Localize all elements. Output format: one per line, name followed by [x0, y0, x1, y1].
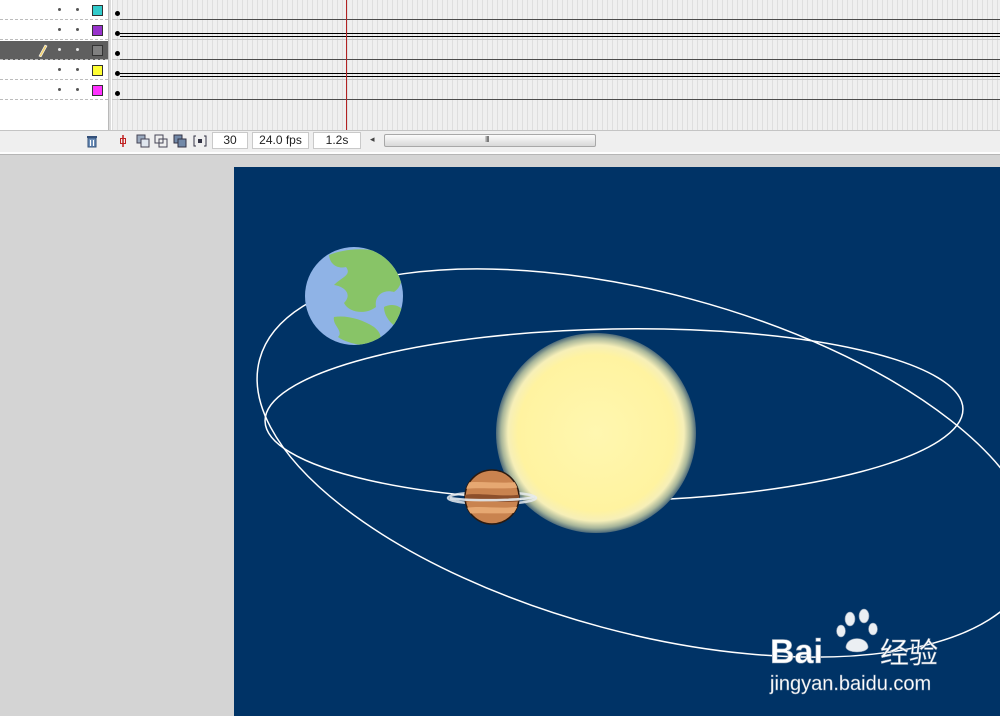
- visibility-toggle-icon[interactable]: [58, 8, 61, 11]
- pencil-icon: [38, 44, 48, 57]
- trash-icon[interactable]: [86, 135, 98, 148]
- layer-row[interactable]: [0, 1, 108, 20]
- motion-guide-span: [120, 33, 1000, 37]
- layer-row[interactable]: [0, 81, 108, 100]
- earth-planet[interactable]: [305, 247, 406, 347]
- keyframe-marker[interactable]: [115, 51, 120, 56]
- lock-toggle-icon[interactable]: [76, 68, 79, 71]
- visibility-toggle-icon[interactable]: [58, 28, 61, 31]
- timeline-status-bar: 30 24.0 fps 1.2s ◂ III: [0, 130, 1000, 152]
- layer-outline-color-swatch[interactable]: [92, 85, 103, 96]
- layer-outline-color-swatch[interactable]: [92, 25, 103, 36]
- panel-edge: [0, 152, 1000, 155]
- keyframe-marker[interactable]: [115, 91, 120, 96]
- watermark-url: jingyan.baidu.com: [769, 673, 931, 695]
- watermark-brand-right: 经验: [880, 636, 938, 670]
- frame-rate-field[interactable]: 24.0 fps: [252, 132, 309, 149]
- frame-row[interactable]: [112, 0, 1000, 20]
- layer-list: [0, 0, 108, 130]
- lock-toggle-icon[interactable]: [76, 28, 79, 31]
- lock-toggle-icon[interactable]: [76, 8, 79, 11]
- visibility-toggle-icon[interactable]: [58, 88, 61, 91]
- frame-row[interactable]: [112, 20, 1000, 40]
- motion-guide-span: [120, 73, 1000, 77]
- lock-toggle-icon[interactable]: [76, 48, 79, 51]
- scroll-left-icon[interactable]: ◂: [370, 134, 375, 145]
- frame-row[interactable]: [112, 60, 1000, 80]
- lock-toggle-icon[interactable]: [76, 88, 79, 91]
- keyframe-marker[interactable]: [115, 11, 120, 16]
- visibility-toggle-icon[interactable]: [58, 68, 61, 71]
- modify-onion-markers-icon[interactable]: [193, 134, 207, 148]
- timeline-scrollbar[interactable]: III: [384, 134, 596, 147]
- watermark-brand-left: Bai: [770, 633, 823, 671]
- baidu-jingyan-watermark: Bai 经验 jingyan.baidu.com: [769, 608, 938, 695]
- elapsed-time-field: 1.2s: [313, 132, 361, 149]
- layer-row[interactable]: [0, 41, 108, 60]
- center-frame-icon[interactable]: [116, 134, 130, 148]
- frame-grid[interactable]: [112, 0, 1000, 130]
- playhead[interactable]: [346, 0, 347, 130]
- layer-row[interactable]: [0, 21, 108, 40]
- layer-row[interactable]: [0, 61, 108, 80]
- visibility-toggle-icon[interactable]: [58, 48, 61, 51]
- onion-skin-outlines-icon[interactable]: [154, 134, 168, 148]
- layer-outline-color-swatch[interactable]: [92, 65, 103, 76]
- layer-outline-color-swatch[interactable]: [92, 5, 103, 16]
- frame-span: [120, 99, 1000, 100]
- frame-row[interactable]: [112, 80, 1000, 100]
- layer-outline-color-swatch[interactable]: [92, 45, 103, 56]
- onion-skin-icon[interactable]: [136, 134, 150, 148]
- current-frame-field[interactable]: 30: [212, 132, 248, 149]
- scroll-grip[interactable]: III: [485, 135, 490, 144]
- edit-multiple-frames-icon[interactable]: [173, 134, 187, 148]
- timeline-panel: 30 24.0 fps 1.2s ◂ III: [0, 0, 1000, 155]
- frame-row[interactable]: [112, 40, 1000, 60]
